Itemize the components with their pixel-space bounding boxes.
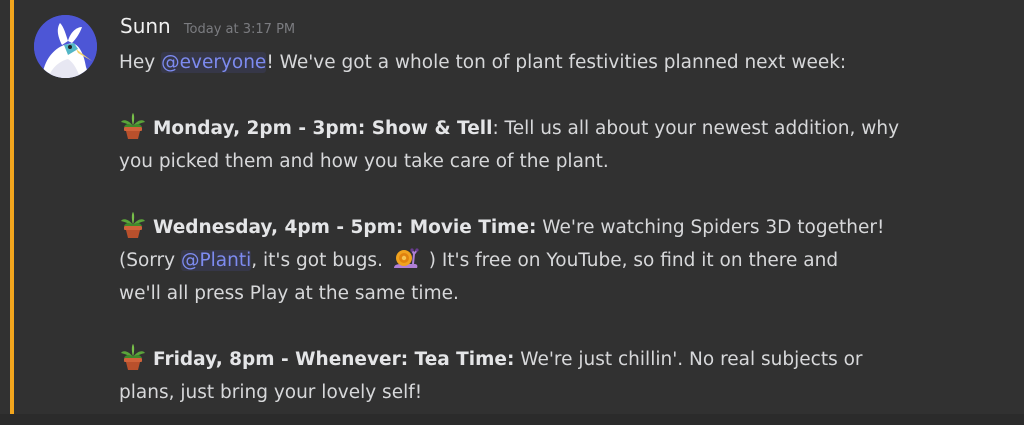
snail-icon xyxy=(391,244,419,272)
event-line: Wednesday, 4pm - 5pm: Movie Time: We're … xyxy=(119,211,1009,244)
mention-planti[interactable]: @Planti xyxy=(181,250,252,271)
message-header: Sunn Today at 3:17 PM xyxy=(120,14,295,38)
event-description: We're just chillin'. No real subjects or xyxy=(514,349,863,370)
event-title: Monday, 2pm - 3pm: Show & Tell xyxy=(153,118,493,139)
message-content: Hey @everyone! We've got a whole ton of … xyxy=(119,46,1009,409)
event-line: Friday, 8pm - Whenever: Tea Time: We're … xyxy=(119,343,1009,376)
event-description: We're watching Spiders 3D together! xyxy=(536,217,885,238)
event-line: you picked them and how you take care of… xyxy=(119,145,1009,178)
event-title: Wednesday, 4pm - 5pm: Movie Time: xyxy=(153,217,537,238)
event-line: Monday, 2pm - 3pm: Show & Tell: Tell us … xyxy=(119,112,1009,145)
intro-text: Hey xyxy=(119,52,162,73)
event-description: ) It's free on YouTube, so find it on th… xyxy=(422,250,839,271)
event-description: plans, just bring your lovely self! xyxy=(119,382,423,403)
potted-plant-icon xyxy=(119,211,147,239)
avatar[interactable] xyxy=(34,15,97,78)
event-description: you picked them and how you take care of… xyxy=(119,151,609,172)
intro-line: Hey @everyone! We've got a whole ton of … xyxy=(119,46,1009,79)
chat-message[interactable]: Sunn Today at 3:17 PM Hey @everyone! We'… xyxy=(0,0,1024,414)
mention-everyone[interactable]: @everyone xyxy=(161,52,267,73)
timestamp[interactable]: Today at 3:17 PM xyxy=(184,22,295,37)
event-description: (Sorry xyxy=(119,250,181,271)
event-description: , it's got bugs. xyxy=(251,250,389,271)
event-description: we'll all press Play at the same time. xyxy=(119,283,459,304)
event-title: Friday, 8pm - Whenever: Tea Time: xyxy=(153,349,515,370)
mention-highlight-bar xyxy=(10,0,14,414)
event-line: we'll all press Play at the same time. xyxy=(119,277,1009,310)
event-line: plans, just bring your lovely self! xyxy=(119,376,1009,409)
intro-text-end: ! We've got a whole ton of plant festivi… xyxy=(266,52,847,73)
potted-plant-icon xyxy=(119,343,147,371)
event-description: : Tell us all about your newest addition… xyxy=(492,118,900,139)
username[interactable]: Sunn xyxy=(120,14,171,38)
potted-plant-icon xyxy=(119,112,147,140)
event-line: (Sorry @Planti, it's got bugs. ) It's fr… xyxy=(119,244,1009,277)
